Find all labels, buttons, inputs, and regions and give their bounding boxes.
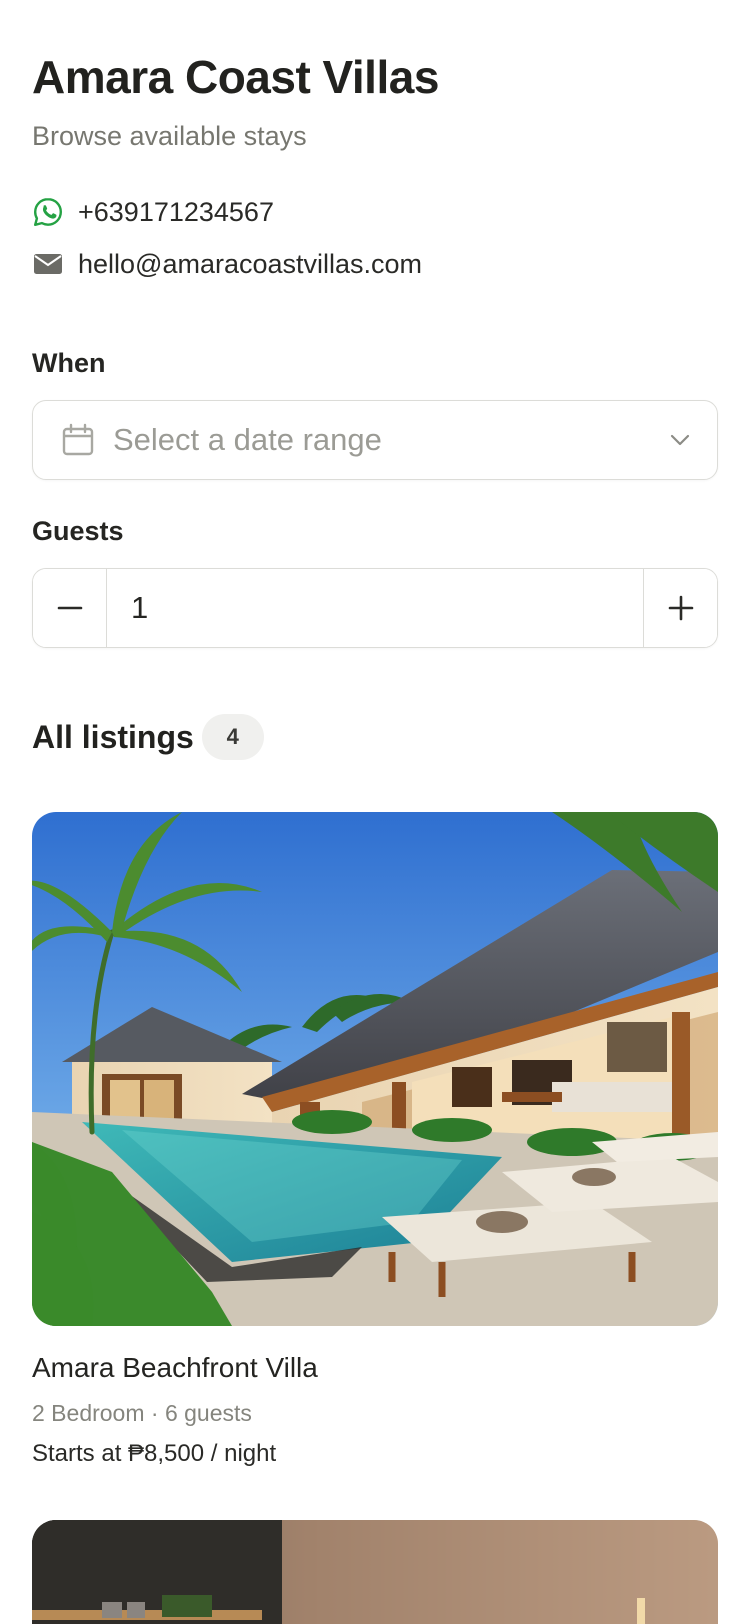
email-contact-link[interactable]: hello@amaracoastvillas.com [32,246,422,282]
listing-photo[interactable] [32,1520,718,1624]
listing-meta: 2 Bedroom · 6 guests [32,1400,252,1426]
page-subtitle: Browse available stays [32,121,307,151]
when-label: When [32,348,106,378]
phone-contact-link[interactable]: +639171234567 [32,194,274,230]
guests-label: Guests [32,516,124,546]
decrease-guests-button[interactable] [33,569,107,647]
plus-icon [668,595,693,621]
calendar-icon [61,423,95,457]
page-title: Amara Coast Villas [32,51,439,103]
increase-guests-button[interactable] [643,569,717,647]
listings-count-badge: 4 [201,714,264,760]
mail-icon [32,248,64,280]
listing-photo[interactable] [32,812,718,1326]
email-address: hello@amaracoastvillas.com [78,248,423,279]
date-range-placeholder: Select a date range [113,422,382,457]
listing-price: Starts at ₱8,500 / night [32,1440,277,1467]
date-range-picker[interactable]: Select a date range [32,400,718,480]
listing-name[interactable]: Amara Beachfront Villa [32,1352,318,1384]
guests-count-input[interactable]: 1 [107,569,643,647]
listings-header: All listings 4 [32,714,264,760]
guests-stepper: 1 [32,568,718,648]
phone-number: +639171234567 [78,196,274,227]
listings-heading: All listings [32,718,194,755]
whatsapp-icon [32,196,64,228]
chevron-down-icon [667,427,693,453]
minus-icon [57,606,82,610]
